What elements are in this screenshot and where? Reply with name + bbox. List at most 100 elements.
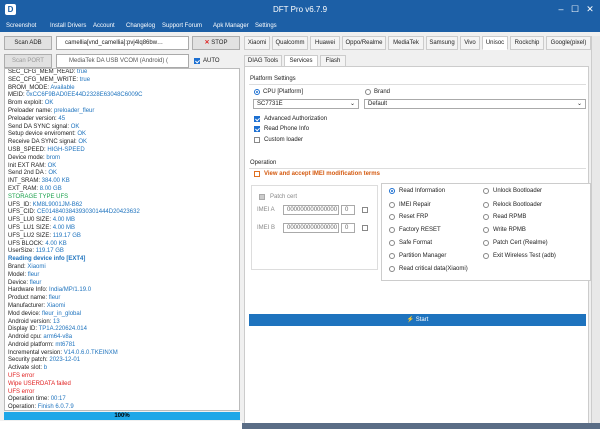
scrollbar[interactable] bbox=[591, 36, 600, 429]
log-key: MEID: bbox=[8, 92, 27, 99]
op-radio-imei-repair[interactable] bbox=[389, 202, 395, 208]
op-radio-unlock-bootloader[interactable] bbox=[483, 188, 489, 194]
menu-support-forum[interactable]: Support Forum bbox=[162, 23, 202, 29]
tab-rockchip[interactable]: Rockchip bbox=[510, 36, 544, 50]
op-radio-relock-bootloader[interactable] bbox=[483, 202, 489, 208]
op-radio-partition-manager[interactable] bbox=[389, 253, 395, 259]
tab-unisoc[interactable]: Unisoc bbox=[482, 36, 508, 50]
brand-select[interactable]: Default ⌄ bbox=[364, 99, 586, 109]
tab-qualcomm[interactable]: Qualcomm bbox=[272, 36, 308, 50]
start-button[interactable]: ⚡ Start bbox=[249, 314, 586, 326]
cpu-label: CPU [Platform] bbox=[263, 89, 304, 95]
log-value: fleur bbox=[48, 295, 61, 302]
tab-vivo[interactable]: Vivo bbox=[460, 36, 480, 50]
op-radio-write-rpmb[interactable] bbox=[483, 227, 489, 233]
device-combo[interactable]: camellia[vnd_camellia]:pvj4lq86bw… bbox=[56, 36, 189, 50]
log-key: UserSize: bbox=[8, 248, 36, 255]
imei-b-input[interactable]: 000000000000000 bbox=[283, 223, 339, 233]
advanced-authorization-checkbox[interactable] bbox=[254, 116, 260, 122]
menu-screenshot[interactable]: Screenshot bbox=[6, 23, 36, 29]
port-combo[interactable]: MediaTek DA USB VCOM (Android) ( bbox=[56, 54, 189, 68]
log-key: Init EXT RAM: bbox=[8, 162, 48, 169]
cpu-radio[interactable] bbox=[254, 89, 260, 95]
scan-port-button[interactable]: Scan PORT bbox=[4, 54, 52, 68]
read-phone-info-checkbox[interactable] bbox=[254, 126, 260, 132]
tab-oppo-realme[interactable]: Oppo/Realme bbox=[342, 36, 386, 50]
stop-icon: ✕ bbox=[204, 40, 210, 46]
custom-loader-checkbox[interactable] bbox=[254, 137, 260, 143]
log-line: UFS_LU1 SIZE: 4.00 MB bbox=[5, 225, 239, 233]
cpu-select[interactable]: SC7731E ⌄ bbox=[253, 99, 359, 109]
imei-b-index[interactable]: 0 bbox=[341, 223, 355, 233]
op-radio-read-information[interactable] bbox=[389, 188, 395, 194]
log-value: OK bbox=[78, 139, 88, 146]
log-value: 119.17 GB bbox=[52, 232, 81, 239]
imei-a-input[interactable]: 000000000000000 bbox=[283, 205, 339, 215]
log-key: Display ID: bbox=[8, 326, 39, 333]
tab-mediatek[interactable]: MediaTek bbox=[388, 36, 424, 50]
tab-google-pixel[interactable]: Google(pixel) bbox=[546, 36, 591, 50]
read-phone-info-label: Read Phone Info bbox=[264, 126, 310, 132]
log-line: Device mode: brom bbox=[5, 155, 239, 163]
log-line: Operation time: 00:17 bbox=[5, 396, 239, 404]
log-line: Manufacturer: Xiaomi bbox=[5, 303, 239, 311]
imei-a-index[interactable]: 0 bbox=[341, 205, 355, 215]
op-radio-patch-cert-realme[interactable] bbox=[483, 240, 489, 246]
minimize-button[interactable]: – bbox=[556, 3, 566, 15]
brand-radio[interactable] bbox=[365, 89, 371, 95]
tab-samsung[interactable]: Samsung bbox=[426, 36, 458, 50]
log-value: 00:17 bbox=[50, 396, 66, 403]
log-value: OK bbox=[47, 162, 57, 169]
op-write-rpmb: Write RPMB bbox=[493, 227, 526, 233]
log-key: Product name: bbox=[8, 295, 49, 302]
log-line: BROM_MODE: Available bbox=[5, 85, 239, 93]
op-read-critical-data: Read critical data(Xiaomi) bbox=[399, 266, 468, 272]
log-key: Receive DA SYNC signal: bbox=[8, 139, 79, 146]
menu-account[interactable]: Account bbox=[93, 23, 115, 29]
log-line: Android cpu: arm64-v8a bbox=[5, 334, 239, 342]
log-value: true bbox=[77, 69, 88, 75]
log-key: UFS_LU0 SIZE: bbox=[8, 217, 53, 224]
log-line: Brom exploit: OK bbox=[5, 100, 239, 108]
op-radio-safe-format[interactable] bbox=[389, 240, 395, 246]
log-line: USB_SPEED: HIGH-SPEED bbox=[5, 147, 239, 155]
tab-huawei[interactable]: Huawei bbox=[310, 36, 340, 50]
log-line: Reading device info [EXT4] bbox=[5, 256, 239, 264]
close-button[interactable]: ✕ bbox=[585, 3, 595, 15]
log-line: Incremental version: V14.0.6.0.TKEINXM bbox=[5, 350, 239, 358]
tab-xiaomi[interactable]: Xiaomi bbox=[244, 36, 270, 50]
log-key: Brom exploit: bbox=[8, 100, 45, 107]
scan-adb-button[interactable]: Scan ADB bbox=[4, 36, 52, 50]
patch-cert-checkbox[interactable] bbox=[259, 194, 265, 200]
log-value: Xiaomi bbox=[46, 302, 66, 309]
log-line: UFS_LU2 SIZE: 119.17 GB bbox=[5, 233, 239, 241]
log-value: fleur bbox=[29, 279, 42, 286]
menu-install-drivers[interactable]: Install Drivers bbox=[50, 23, 86, 29]
imei-terms-checkbox[interactable] bbox=[254, 171, 260, 177]
op-radio-factory-reset[interactable] bbox=[389, 227, 395, 233]
maximize-button[interactable]: ☐ bbox=[570, 3, 580, 15]
log-value: true bbox=[79, 76, 91, 83]
log-key: Android version: bbox=[8, 318, 54, 325]
stop-button[interactable]: ✕ STOP bbox=[192, 36, 240, 50]
op-radio-exit-wireless-test[interactable] bbox=[483, 253, 489, 259]
log-value: KM8L9001JM-B62 bbox=[32, 201, 83, 208]
cpu-select-value: SC7731E bbox=[257, 101, 283, 107]
log-value: b bbox=[43, 365, 48, 372]
menu-apk-manager[interactable]: Apk Manager bbox=[213, 23, 249, 29]
op-radio-read-critical-data[interactable] bbox=[389, 266, 395, 272]
menu-changelog[interactable]: Changelog bbox=[126, 23, 155, 29]
op-radio-reset-frp[interactable] bbox=[389, 214, 395, 220]
imei-a-checkbox[interactable] bbox=[362, 207, 368, 213]
log-value: UFS error bbox=[8, 388, 35, 395]
log-line: UFS error bbox=[5, 389, 239, 397]
log-value: arm64-v8a bbox=[43, 334, 73, 341]
imei-b-checkbox[interactable] bbox=[362, 225, 368, 231]
menu-settings[interactable]: Settings bbox=[255, 23, 277, 29]
log-key: Device: bbox=[8, 279, 30, 286]
log-line: Receive DA SYNC signal: OK bbox=[5, 139, 239, 147]
log-line: Display ID: TP1A.220624.014 bbox=[5, 326, 239, 334]
op-radio-read-rpmb[interactable] bbox=[483, 214, 489, 220]
log-value: 4.00 MB bbox=[52, 217, 76, 224]
auto-checkbox[interactable] bbox=[194, 58, 200, 64]
